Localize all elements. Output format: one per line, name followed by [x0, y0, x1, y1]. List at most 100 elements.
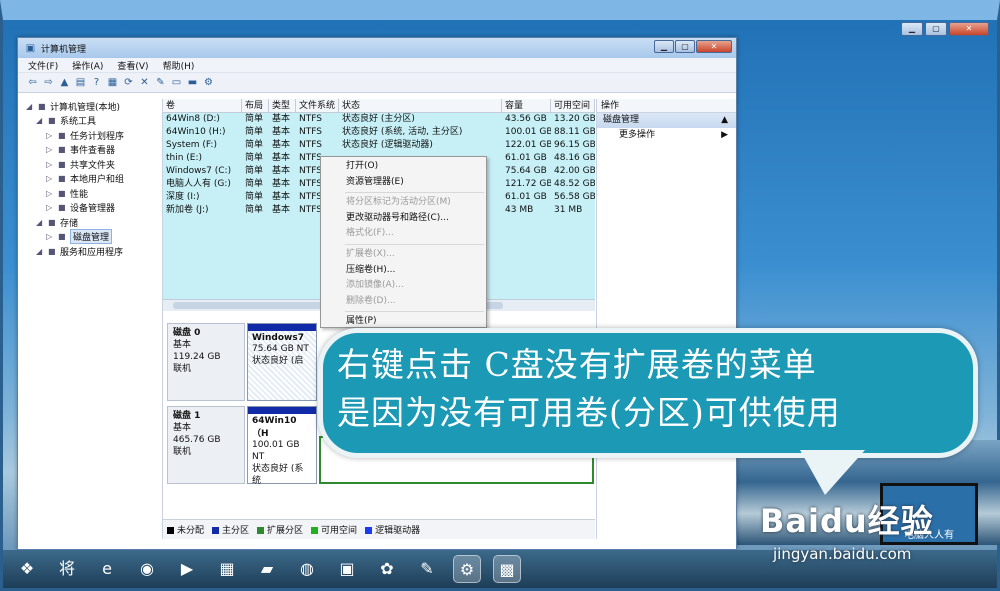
context-menu-item[interactable]: 打开(O) [321, 159, 486, 175]
paint-icon[interactable]: ✎ [413, 555, 441, 583]
partition-size: 100.01 GB NT [252, 440, 300, 462]
back-icon[interactable]: ⇦ [26, 76, 39, 89]
tree-item[interactable]: ◢ ■ 系统工具 [22, 114, 162, 129]
open-icon[interactable]: ▭ [170, 76, 183, 89]
context-menu-item: 扩展卷(X)... [346, 248, 395, 259]
table-cell: 深度 (I:) [166, 192, 200, 202]
disk-1-partition-64win10[interactable]: 64Win10 （H 100.01 GB NT 状态良好 (系统 [247, 406, 317, 486]
column-header[interactable]: 类型 [269, 99, 296, 112]
table-row[interactable]: 64Win10 (H:) 简单 基本 NTFS 状态良好 (系统, 活动, 主分区) 10… [163, 126, 595, 139]
table-cell: thin (E:) [166, 153, 203, 163]
collapse-up-icon[interactable]: ▲ [721, 113, 728, 128]
disk-0-label[interactable]: 磁盘 0 基本 119.24 GB 联机 [167, 323, 245, 401]
context-menu: 打开(O) 资源管理器(E) 将分区标记为活动分区(M) 更改驱动器号和路径(C)..… [320, 156, 487, 328]
jiang-app-icon[interactable]: 将 [53, 555, 81, 583]
tree-item[interactable]: ▷ ■ 设备管理器 [22, 201, 162, 216]
save-icon[interactable]: ▬ [186, 76, 199, 89]
outer-close-button[interactable]: ✕ [949, 22, 989, 36]
media-player-icon[interactable]: ▶ [173, 555, 201, 583]
table-cell: NTFS [299, 114, 322, 124]
delete-icon[interactable]: ✕ [138, 76, 151, 89]
table-cell: 状态良好 (主分区) [342, 114, 415, 124]
refresh-icon[interactable]: ⟳ [122, 76, 135, 89]
help-icon[interactable]: ? [90, 76, 103, 89]
tree-item[interactable]: ▷ ■ 磁盘管理 [22, 229, 162, 245]
table-cell: Windows7 (C:) [166, 166, 232, 176]
table-cell: 13.20 GB [554, 114, 595, 124]
context-menu-item[interactable]: 更改驱动器号和路径(C)... [321, 211, 486, 227]
expand-arrow-icon[interactable]: ◢ [36, 218, 45, 227]
pinwheel-icon[interactable]: ✿ [373, 555, 401, 583]
volume-table-header: 卷布局 类型 文件系统 状态 容量 可用空间 [163, 99, 595, 113]
partition-size: 75.64 GB NT [252, 344, 309, 354]
up-icon[interactable]: ▲ [58, 76, 71, 89]
tree-item[interactable]: ◢ ■ 计算机管理(本地) [22, 99, 162, 114]
legend-item: 可用空间 [311, 523, 357, 536]
menu-file[interactable]: 文件(F) [28, 59, 58, 72]
expand-arrow-icon[interactable]: ▷ [46, 174, 55, 183]
column-header[interactable]: 文件系统 [296, 99, 339, 112]
tools-icon: ■ [48, 116, 56, 126]
start-icon[interactable]: ❖ [13, 555, 41, 583]
legend-label: 未分配 [177, 526, 205, 536]
expand-arrow-icon[interactable]: ◢ [26, 102, 35, 111]
folder-icon[interactable]: ▰ [253, 555, 281, 583]
column-header[interactable]: 可用空间 [551, 99, 595, 112]
app-icon[interactable]: ◍ [293, 555, 321, 583]
table-row[interactable]: System (F:) 简单 基本 NTFS 状态良好 (逻辑驱动器) 122.01 GB… [163, 139, 595, 152]
menu-help[interactable]: 帮助(H) [163, 59, 195, 72]
menu-view[interactable]: 查看(V) [117, 59, 148, 72]
properties-icon[interactable]: ▦ [106, 76, 119, 89]
column-header[interactable]: 布局 [242, 99, 269, 112]
expand-arrow-icon[interactable]: ◢ [36, 116, 45, 125]
expand-arrow-icon[interactable]: ▷ [46, 160, 55, 169]
table-cell: 31 MB [554, 205, 583, 215]
chrome-icon[interactable]: ◉ [133, 555, 161, 583]
tree-item[interactable]: ▷ ■ 任务计划程序 [22, 128, 162, 143]
bubble-line-2: 是因为没有可用卷(分区)可供使用 [337, 393, 841, 432]
disk-0-size: 119.24 GB [173, 352, 221, 362]
show-hide-tree-icon[interactable]: ▤ [74, 76, 87, 89]
actions-header: 操作 [597, 99, 736, 113]
context-menu-item[interactable]: 压缩卷(H)... [321, 263, 486, 279]
computer-management-icon[interactable]: ▩ [493, 555, 521, 583]
expand-arrow-icon[interactable]: ▷ [46, 189, 55, 198]
table-row[interactable]: 64Win8 (D:) 简单 基本 NTFS 状态良好 (主分区) 43.56 GB 13.… [163, 113, 595, 126]
tree-item[interactable]: ◢ ■ 存储 [22, 215, 162, 230]
network-icon[interactable]: ▣ [333, 555, 361, 583]
ie-icon[interactable]: e [93, 555, 121, 583]
settings-app-icon[interactable]: ⚙ [453, 555, 481, 583]
outer-maximize-button[interactable]: ▢ [925, 22, 947, 36]
expand-arrow-icon[interactable]: ▷ [46, 232, 55, 241]
disk-0-partition-windows7[interactable]: Windows7 75.64 GB NT 状态良好 (启 [247, 323, 317, 401]
close-button[interactable]: ✕ [696, 40, 732, 53]
context-menu-item[interactable]: 资源管理器(E) [321, 175, 486, 191]
expand-arrow-icon[interactable]: ▷ [46, 203, 55, 212]
partition-status: 状态良好 (系统 [252, 464, 304, 486]
tree-item[interactable]: ▷ ■ 性能 [22, 186, 162, 201]
table-cell: 48.16 GB [554, 153, 595, 163]
legend-label: 可用空间 [321, 526, 358, 536]
maximize-button[interactable]: ▢ [675, 40, 695, 53]
tree-item[interactable]: ▷ ■ 事件查看器 [22, 143, 162, 158]
column-header[interactable]: 容量 [502, 99, 551, 112]
column-header[interactable]: 状态 [339, 99, 502, 112]
minimize-button[interactable]: ▁ [654, 40, 674, 53]
forward-icon[interactable]: ⇨ [42, 76, 55, 89]
expand-arrow-icon[interactable]: ▷ [46, 145, 55, 154]
tree-item[interactable]: ▷ ■ 本地用户和组 [22, 172, 162, 187]
outer-minimize-button[interactable]: ▁ [901, 22, 923, 36]
menu-action[interactable]: 操作(A) [72, 59, 103, 72]
new-icon[interactable]: ✎ [154, 76, 167, 89]
column-header[interactable]: 卷 [163, 99, 242, 112]
expand-arrow-icon[interactable]: ◢ [36, 247, 45, 256]
expand-arrow-icon[interactable]: ▷ [46, 131, 55, 140]
table-cell: 简单 [245, 179, 264, 189]
more-actions[interactable]: 更多操作 ▶ [597, 128, 736, 143]
actions-group-disk-management[interactable]: 磁盘管理 ▲ [597, 113, 736, 128]
explorer-icon[interactable]: ▦ [213, 555, 241, 583]
tree-item[interactable]: ◢ ■ 服务和应用程序 [22, 244, 162, 259]
tree-item[interactable]: ▷ ■ 共享文件夹 [22, 157, 162, 172]
settings-icon[interactable]: ⚙ [202, 76, 215, 89]
disk-1-label[interactable]: 磁盘 1 基本 465.76 GB 联机 [167, 406, 245, 484]
